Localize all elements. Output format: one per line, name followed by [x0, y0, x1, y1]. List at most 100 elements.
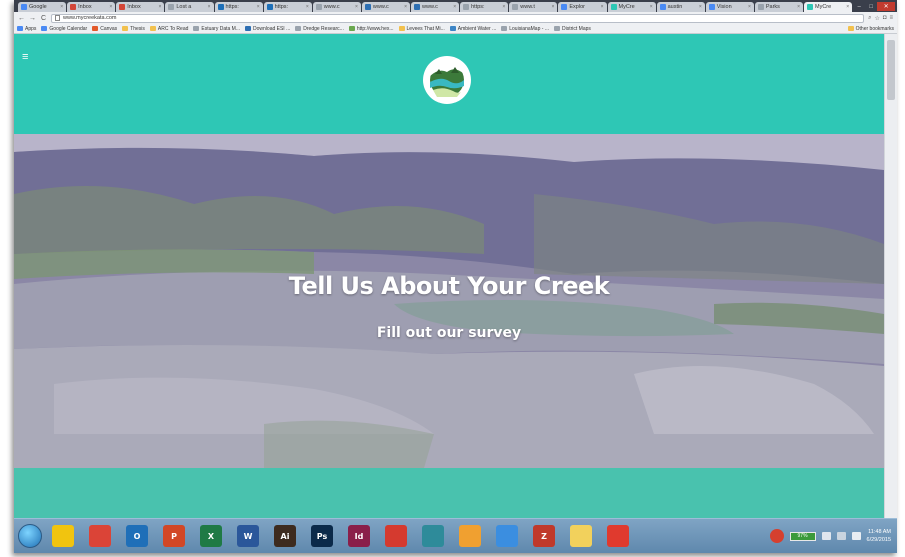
outlook-icon[interactable]: O	[126, 525, 148, 547]
browser-tab[interactable]: Inbox ×	[116, 2, 165, 12]
action-center-icon[interactable]	[836, 532, 846, 540]
browser-tab[interactable]: Inbox ×	[67, 2, 116, 12]
tab-close-icon[interactable]: ×	[502, 4, 505, 10]
indesign-icon[interactable]: Id	[348, 525, 370, 547]
bookmark-item[interactable]: LouisianaMap - ...	[501, 26, 549, 32]
tab-close-icon[interactable]: ×	[404, 4, 407, 10]
tab-close-icon[interactable]: ×	[748, 4, 751, 10]
system-clock[interactable]: 11:48 AM 6/29/2015	[867, 528, 891, 544]
tab-favicon-icon	[315, 4, 322, 10]
bookmark-item[interactable]: Canvas	[92, 26, 117, 32]
chrome-icon[interactable]	[89, 525, 111, 547]
tray-app-icon[interactable]	[769, 529, 784, 543]
browser-tab[interactable]: Lost a ×	[165, 2, 214, 12]
browser-tab[interactable]: MyCre ×	[804, 2, 853, 12]
tab-close-icon[interactable]: ×	[846, 4, 849, 10]
tab-close-icon[interactable]: ×	[60, 4, 63, 10]
page-scrollbar[interactable]	[884, 34, 897, 518]
tab-favicon-icon	[119, 4, 126, 10]
bookmark-icon	[122, 26, 129, 31]
creek-logo-icon[interactable]	[423, 56, 471, 104]
tab-close-icon[interactable]: ×	[109, 4, 112, 10]
bookmark-item[interactable]: ARC To Read	[149, 26, 188, 32]
app-search-icon[interactable]	[422, 525, 444, 547]
maximize-icon[interactable]: □	[865, 2, 877, 11]
browser-tab[interactable]: www.c ×	[312, 2, 361, 12]
address-bar[interactable]: www.mycreekata.com	[51, 13, 865, 23]
bookmark-item[interactable]: Download ESI ...	[245, 26, 290, 32]
browser-tab[interactable]: https: ×	[263, 2, 312, 12]
start-button[interactable]	[18, 524, 42, 548]
url-text: www.mycreekata.com	[63, 15, 117, 21]
excel-icon[interactable]: X	[200, 525, 222, 547]
browser-tab[interactable]: Parks ×	[754, 2, 803, 12]
browser-tab[interactable]: www.c ×	[361, 2, 410, 12]
bookmark-item[interactable]: Google Calendar	[41, 26, 87, 32]
bookmark-label: Download ESI ...	[253, 25, 291, 32]
bookmark-icon	[41, 26, 48, 31]
bookmark-item[interactable]: http://www.hex...	[348, 26, 394, 32]
tab-close-icon[interactable]: ×	[257, 4, 260, 10]
browser-tab[interactable]: Vision ×	[705, 2, 754, 12]
browser-tab[interactable]: austin ×	[656, 2, 705, 12]
tab-label: www.c	[422, 4, 438, 10]
system-tray: 97% 11:48 AM 6/29/2015	[769, 519, 897, 553]
browser-tab[interactable]: https: ×	[460, 2, 509, 12]
browser-tab[interactable]: https: ×	[214, 2, 263, 12]
extension-icon[interactable]: ◘	[883, 15, 887, 22]
tab-close-icon[interactable]: ×	[208, 4, 211, 10]
star-icon[interactable]: ☆	[874, 15, 879, 22]
tab-close-icon[interactable]: ×	[551, 4, 554, 10]
reload-icon[interactable]: C	[40, 15, 47, 22]
bookmark-icon	[92, 26, 99, 31]
back-arrow-icon[interactable]: ←	[18, 15, 25, 22]
tab-close-icon[interactable]: ×	[601, 4, 604, 10]
tab-close-icon[interactable]: ×	[453, 4, 456, 10]
browser-tab[interactable]: Google ×	[18, 2, 67, 12]
browser-tab[interactable]: www.t ×	[509, 2, 558, 12]
illustrator-icon[interactable]: Ai	[274, 525, 296, 547]
bookmark-item[interactable]: Apps	[17, 26, 36, 32]
bookmark-item[interactable]: Thesis	[122, 26, 145, 32]
bookmark-item[interactable]: Dredge Researc...	[295, 26, 344, 32]
close-window-icon[interactable]: ✕	[877, 2, 896, 11]
tab-close-icon[interactable]: ×	[306, 4, 309, 10]
bookmark-item[interactable]: District Maps	[553, 26, 591, 32]
volume-icon[interactable]	[851, 532, 861, 540]
tab-favicon-icon	[70, 4, 77, 10]
tab-close-icon[interactable]: ×	[650, 4, 653, 10]
app-red-icon[interactable]	[385, 525, 407, 547]
other-bookmarks[interactable]: Other bookmarks	[847, 26, 894, 32]
folder-icon	[847, 26, 854, 31]
tab-close-icon[interactable]: ×	[797, 4, 800, 10]
minimize-icon[interactable]: –	[853, 2, 865, 11]
acrobat-icon[interactable]	[607, 525, 629, 547]
browser-tab[interactable]: MyCre ×	[607, 2, 656, 12]
forward-arrow-icon[interactable]: →	[29, 15, 36, 22]
google-drive-icon[interactable]	[496, 525, 518, 547]
browser-tab[interactable]: Explor ×	[558, 2, 607, 12]
zoom-icon[interactable]: ⌕	[868, 15, 871, 22]
battery-indicator[interactable]: 97%	[789, 531, 816, 541]
bookmark-item[interactable]: Ambient Water ...	[449, 26, 496, 32]
app-zotero-icon[interactable]: Z	[533, 525, 555, 547]
tab-close-icon[interactable]: ×	[355, 4, 358, 10]
tab-close-icon[interactable]: ×	[158, 4, 161, 10]
app-folder2-icon[interactable]	[570, 525, 592, 547]
survey-link[interactable]: Fill out our survey	[14, 325, 884, 341]
hamburger-menu-icon[interactable]: ≡	[22, 52, 28, 63]
explorer-folder-icon[interactable]	[52, 525, 74, 547]
bookmark-label: Google Calendar	[49, 25, 88, 32]
app-arcgis-icon[interactable]	[459, 525, 481, 547]
scrollbar-thumb[interactable]	[887, 40, 895, 100]
network-icon[interactable]	[821, 532, 831, 540]
powerpoint-icon[interactable]: P	[163, 525, 185, 547]
chrome-menu-icon[interactable]: ≡	[889, 15, 893, 22]
bookmark-item[interactable]: Estuary Data M...	[193, 26, 240, 32]
bookmark-item[interactable]: Levees That Mi...	[398, 26, 445, 32]
photoshop-icon[interactable]: Ps	[311, 525, 333, 547]
tab-close-icon[interactable]: ×	[699, 4, 702, 10]
browser-tab[interactable]: www.c ×	[411, 2, 460, 12]
bookmark-icon	[553, 26, 560, 31]
word-icon[interactable]: W	[237, 525, 259, 547]
